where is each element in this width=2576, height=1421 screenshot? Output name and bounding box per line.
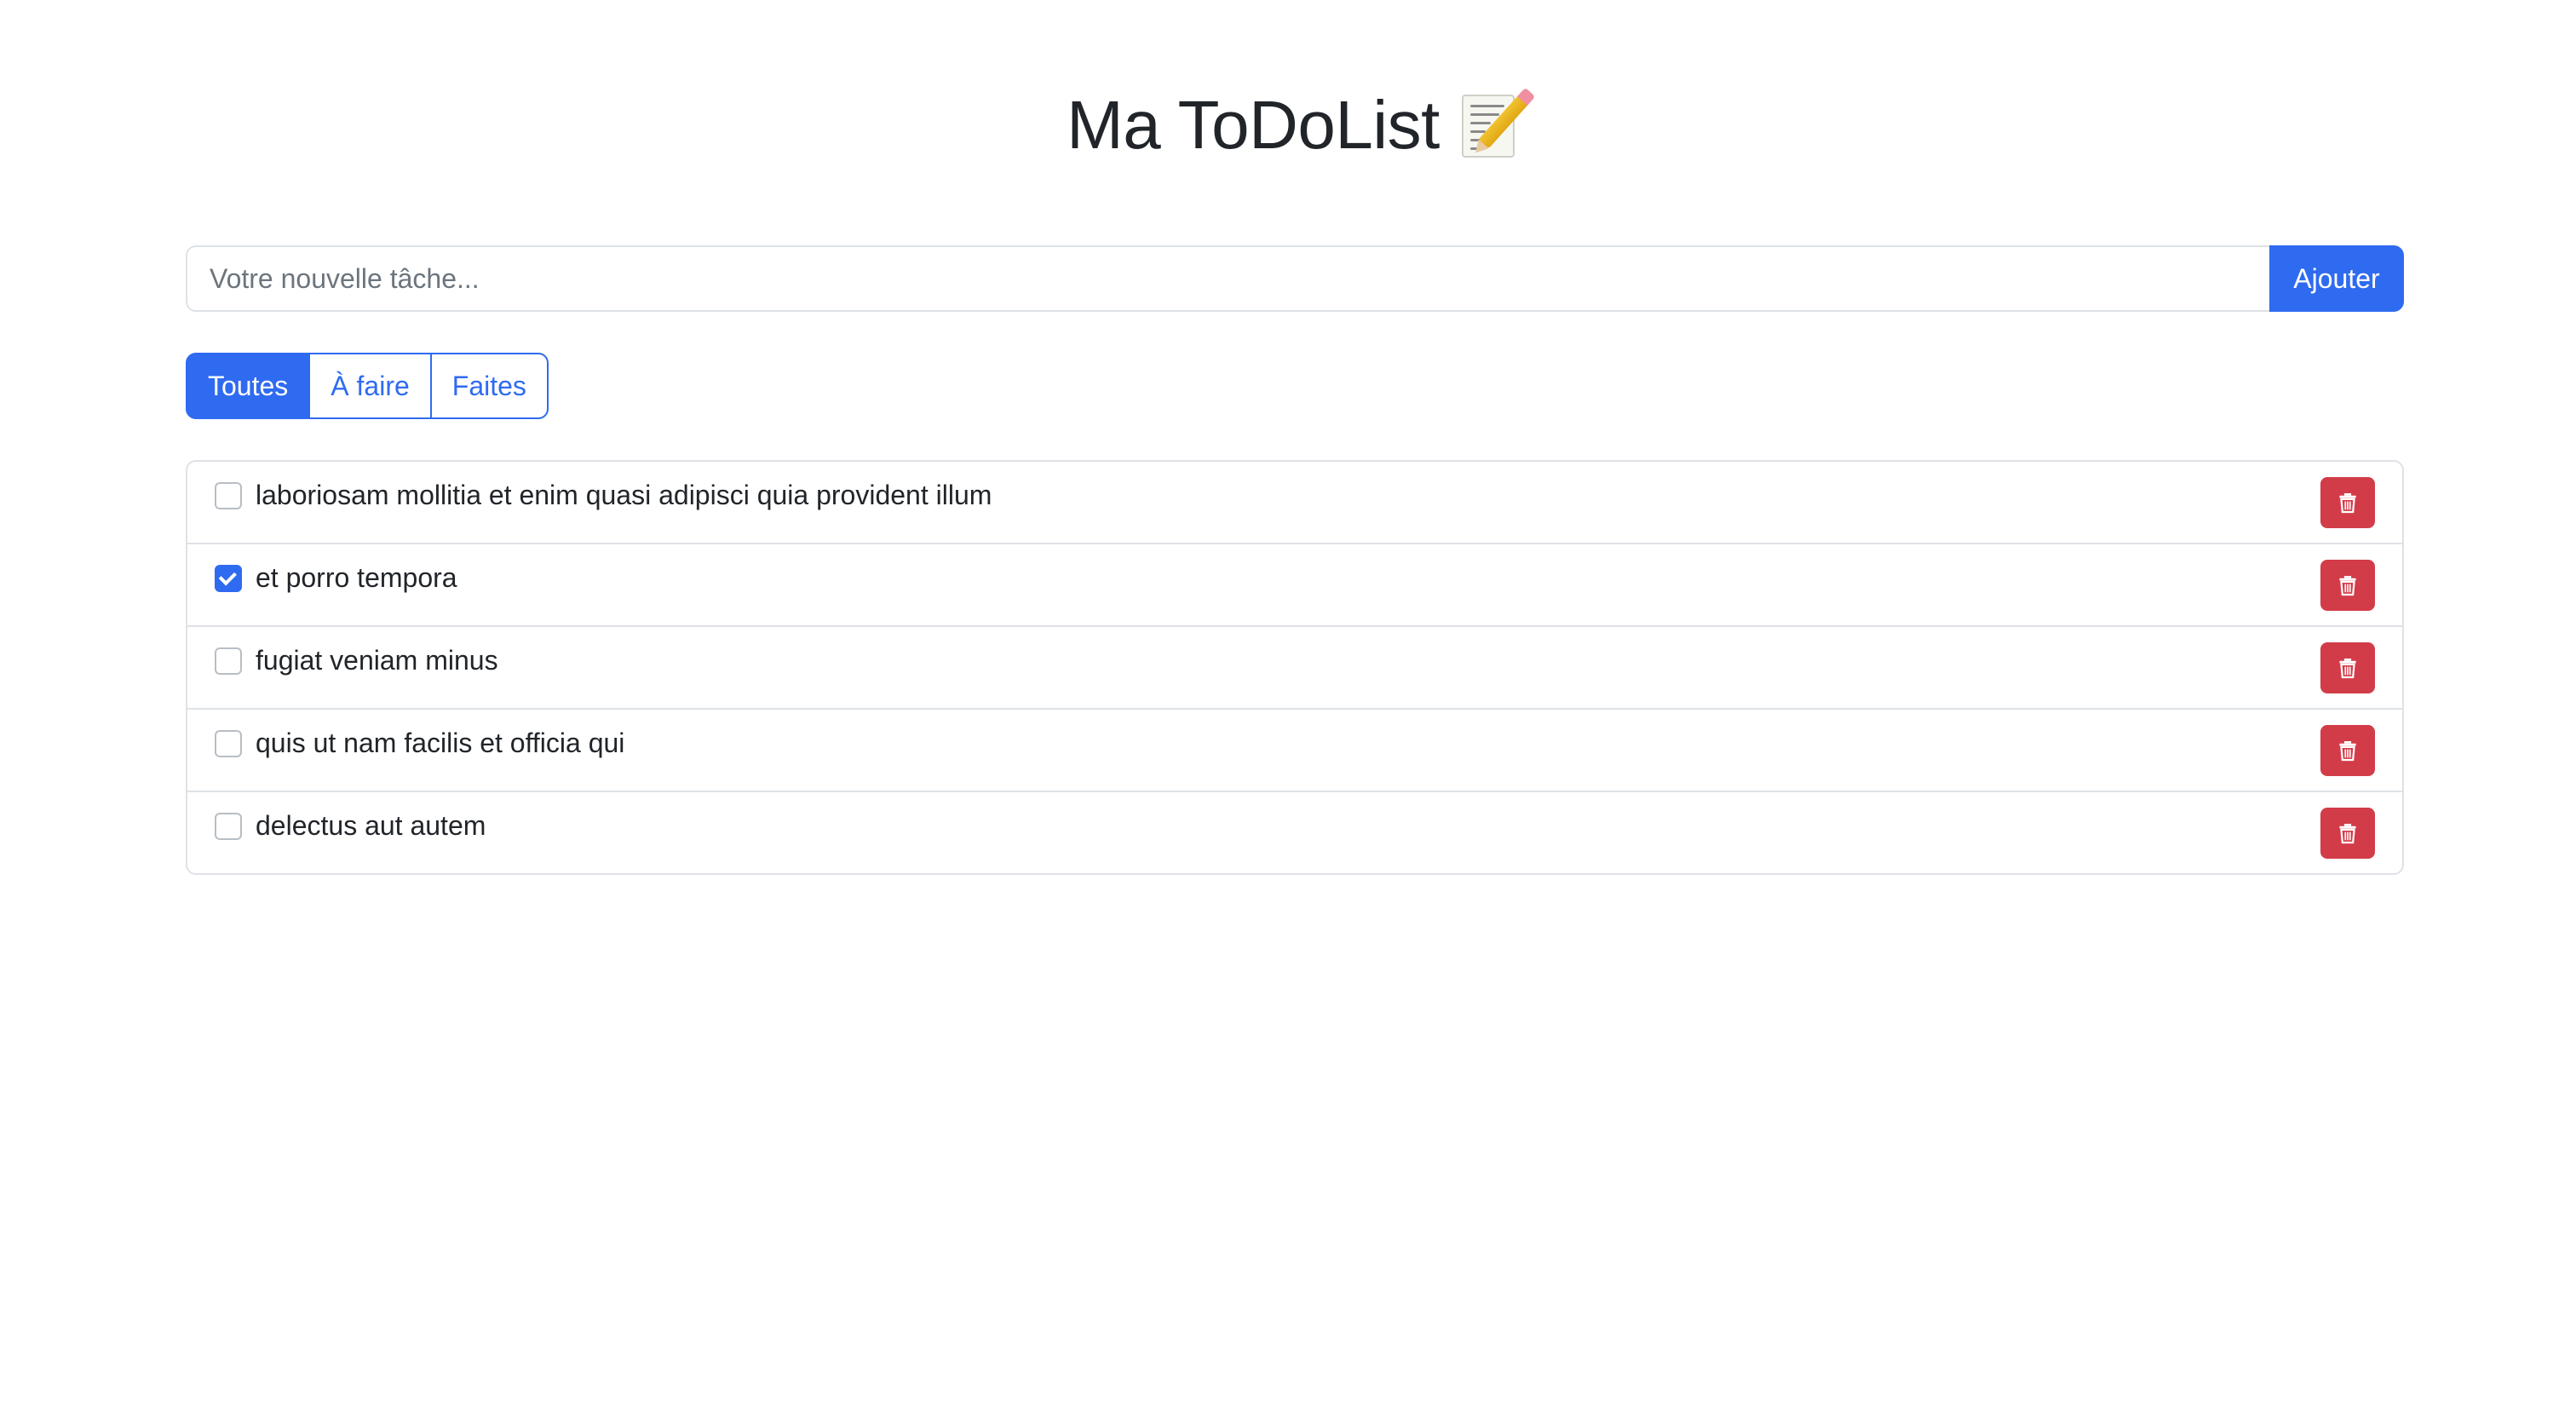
task-label: fugiat veniam minus (256, 645, 498, 676)
task-label: delectus aut autem (256, 810, 486, 841)
task-label: quis ut nam facilis et officia qui (256, 728, 625, 758)
delete-task-button[interactable] (2320, 642, 2375, 693)
trash-icon (2339, 659, 2356, 679)
delete-task-button[interactable] (2320, 477, 2375, 528)
task-checkbox[interactable] (215, 564, 242, 592)
memo-icon (1461, 91, 1529, 159)
task-checkbox[interactable] (215, 481, 242, 509)
task-item: fugiat veniam minus (187, 627, 2402, 710)
add-task-button[interactable]: Ajouter (2269, 245, 2404, 312)
delete-task-button[interactable] (2320, 725, 2375, 776)
task-label: et porro tempora (256, 562, 457, 593)
trash-icon (2339, 824, 2356, 844)
task-item: laboriosam mollitia et enim quasi adipis… (187, 462, 2402, 544)
new-task-input[interactable] (186, 245, 2269, 312)
filter-done-button[interactable]: Faites (431, 353, 549, 419)
trash-icon (2339, 576, 2356, 596)
task-item: quis ut nam facilis et officia qui (187, 710, 2402, 792)
filter-todo-button[interactable]: À faire (310, 353, 432, 419)
task-item: et porro tempora (187, 544, 2402, 627)
header: Ma ToDoList (186, 78, 2404, 172)
filter-all-button[interactable]: Toutes (186, 353, 311, 419)
task-checkbox[interactable] (215, 647, 242, 675)
new-task-form: Ajouter (186, 245, 2404, 312)
trash-icon (2339, 741, 2356, 762)
delete-task-button[interactable] (2320, 808, 2375, 859)
task-checkbox[interactable] (215, 729, 242, 757)
filter-button-group: Toutes À faire Faites (186, 353, 549, 419)
task-checkbox[interactable] (215, 812, 242, 840)
task-item: delectus aut autem (187, 792, 2402, 873)
task-list: laboriosam mollitia et enim quasi adipis… (186, 460, 2404, 875)
delete-task-button[interactable] (2320, 560, 2375, 611)
trash-icon (2339, 493, 2356, 514)
task-label: laboriosam mollitia et enim quasi adipis… (256, 480, 992, 510)
page-title: Ma ToDoList (1067, 87, 1440, 163)
